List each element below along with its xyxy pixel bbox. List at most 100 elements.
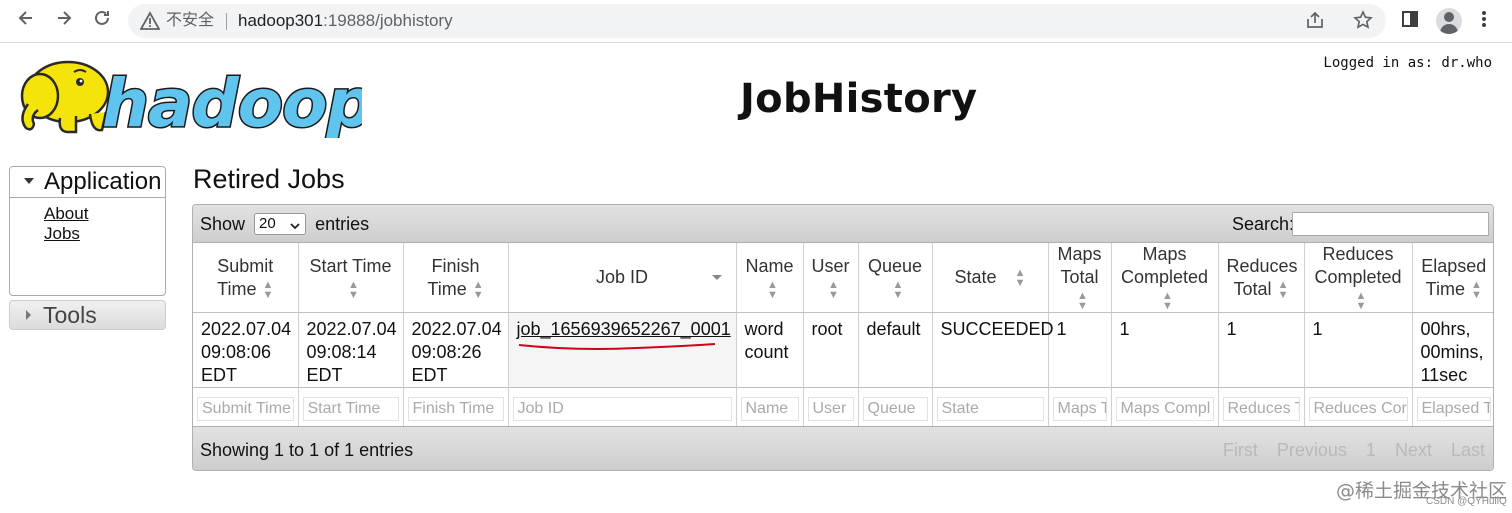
sort-icon: ▲ ▼ bbox=[1470, 278, 1482, 301]
section-title: Retired Jobs bbox=[193, 164, 345, 194]
filter-start-time-input[interactable]: Start Time bbox=[302, 396, 399, 421]
col-header-start-time[interactable]: Start Time ▲ ▼ bbox=[298, 243, 404, 313]
filter-cell: Queue bbox=[858, 387, 933, 430]
cell-name: word count bbox=[736, 312, 804, 388]
filter-maps-completed-input[interactable]: Maps Compl bbox=[1115, 396, 1214, 421]
col-header-submit-time[interactable]: Submit Time ▲ ▼ bbox=[193, 243, 299, 313]
filter-cell: Job ID bbox=[508, 387, 737, 430]
cell-maps-total: 1 bbox=[1048, 312, 1112, 388]
sort-icon: ▲ ▼ bbox=[262, 278, 274, 301]
filter-job-id-input[interactable]: Job ID bbox=[512, 396, 732, 421]
jobs-table-panel: Show 20 entries Search: Submit Time ▲ ▼ Sta… bbox=[192, 204, 1494, 471]
sidebar-application-header[interactable]: Application bbox=[10, 167, 165, 198]
sidebar-application-panel: Application About Jobs bbox=[9, 166, 166, 296]
table-top-toolbar: Show 20 entries Search: bbox=[193, 205, 1493, 243]
table-bottom-toolbar: Showing 1 to 1 of 1 entries First Previo… bbox=[193, 426, 1493, 470]
filter-cell: Elapsed T bbox=[1412, 387, 1493, 430]
sidebar-tools-header[interactable]: Tools bbox=[9, 300, 166, 330]
reload-icon[interactable] bbox=[88, 8, 116, 34]
col-header-state[interactable]: State ▲ ▼ bbox=[932, 243, 1049, 313]
hadoop-logo[interactable]: hadoop bbox=[10, 52, 375, 144]
chevron-down-icon bbox=[290, 217, 300, 237]
filter-cell: Reduces T bbox=[1218, 387, 1305, 430]
entries-select[interactable]: 20 bbox=[254, 213, 307, 237]
sort-icon: ▲ ▼ bbox=[1014, 267, 1026, 290]
table-header-row: Submit Time ▲ ▼ Start Time ▲ ▼ Finish Time ▲ ▼ J… bbox=[193, 243, 1493, 313]
col-header-reduces-total[interactable]: Reduces Total ▲ ▼ bbox=[1218, 243, 1305, 313]
back-arrow-icon[interactable] bbox=[12, 8, 40, 34]
filter-elapsed-time-input[interactable]: Elapsed T bbox=[1416, 396, 1491, 421]
filter-finish-time-input[interactable]: Finish Time bbox=[407, 396, 504, 421]
sidebar-tools-label: Tools bbox=[43, 302, 97, 328]
filter-reduces-completed-input[interactable]: Reduces Cor bbox=[1308, 396, 1408, 421]
sort-icon: ▲ ▼ bbox=[1277, 278, 1289, 301]
col-header-name[interactable]: Name ▲ ▼ bbox=[736, 243, 804, 313]
security-label[interactable]: 不安全 bbox=[166, 11, 214, 31]
pager-last-button[interactable]: Last bbox=[1451, 440, 1485, 460]
red-underline-annotation bbox=[518, 343, 715, 350]
filter-state-input[interactable]: State bbox=[936, 396, 1044, 421]
pager-first-button[interactable]: First bbox=[1223, 440, 1258, 460]
filter-user-input[interactable]: User bbox=[807, 396, 854, 421]
col-header-user[interactable]: User ▲ ▼ bbox=[803, 243, 859, 313]
sidebar-links: About Jobs bbox=[10, 198, 165, 244]
col-header-finish-time[interactable]: Finish Time ▲ ▼ bbox=[403, 243, 509, 313]
star-icon[interactable] bbox=[1352, 10, 1374, 32]
pager-page-1-button[interactable]: 1 bbox=[1366, 440, 1376, 460]
logo-wordmark: hadoop bbox=[102, 65, 362, 138]
filter-maps-total-input[interactable]: Maps T bbox=[1052, 396, 1107, 421]
logged-in-label: Logged in as: dr.who bbox=[1323, 55, 1492, 71]
cell-elapsed-time: 00hrs, 00mins, 11sec bbox=[1412, 312, 1493, 388]
cell-submit-time: 2022.07.04 09:08:06 EDT bbox=[193, 312, 299, 388]
filter-submit-time-input[interactable]: Submit Time bbox=[197, 396, 294, 421]
col-header-job-id[interactable]: Job ID bbox=[508, 243, 737, 313]
filter-reduces-total-input[interactable]: Reduces T bbox=[1222, 396, 1300, 421]
filter-name-input[interactable]: Name bbox=[740, 396, 799, 421]
sort-icon: ▲ ▼ bbox=[1077, 290, 1088, 313]
cell-start-time: 2022.07.04 09:08:14 EDT bbox=[298, 312, 404, 388]
col-header-reduces-completed[interactable]: Reduces Completed ▲ ▼ bbox=[1304, 243, 1413, 313]
sidepanel-icon[interactable] bbox=[1398, 9, 1422, 33]
pager-next-button[interactable]: Next bbox=[1395, 440, 1432, 460]
search-input[interactable] bbox=[1292, 212, 1489, 236]
sidebar-link-about[interactable]: About bbox=[44, 204, 165, 224]
address-bar[interactable]: 不安全 hadoop301:19888/jobhistory bbox=[128, 4, 1386, 38]
sidebar-application-label: Application bbox=[44, 168, 162, 195]
sort-descending-icon bbox=[711, 275, 722, 280]
pager-previous-button[interactable]: Previous bbox=[1277, 440, 1347, 460]
profile-avatar-icon[interactable] bbox=[1436, 8, 1462, 34]
share-icon[interactable] bbox=[1304, 10, 1326, 32]
col-header-maps-completed[interactable]: Maps Completed ▲ ▼ bbox=[1111, 243, 1219, 313]
sort-icon: ▲ ▼ bbox=[892, 278, 904, 301]
filter-cell: State bbox=[932, 387, 1049, 430]
filter-cell: Maps Compl bbox=[1111, 387, 1219, 430]
show-label: Show bbox=[200, 214, 246, 234]
cell-user: root bbox=[803, 312, 859, 388]
cell-queue: default bbox=[858, 312, 933, 388]
sort-icon: ▲ ▼ bbox=[767, 278, 778, 301]
sort-icon: ▲ ▼ bbox=[348, 278, 359, 301]
address-separator bbox=[226, 13, 227, 30]
pagination: First Previous 1 Next Last bbox=[1209, 439, 1485, 461]
browser-toolbar: 不安全 hadoop301:19888/jobhistory bbox=[0, 0, 1512, 43]
sort-icon: ▲ ▼ bbox=[1162, 290, 1173, 313]
job-id-link[interactable]: job_1656939652267_0001 bbox=[517, 319, 731, 339]
showing-entries-info: Showing 1 to 1 of 1 entries bbox=[200, 440, 414, 460]
url-text[interactable]: hadoop301:19888/jobhistory bbox=[238, 10, 453, 32]
entries-length-control: Show 20 entries bbox=[200, 213, 369, 235]
kebab-menu-icon[interactable] bbox=[1472, 9, 1496, 33]
sort-icon: ▲ ▼ bbox=[472, 278, 484, 301]
col-header-maps-total[interactable]: Maps Total ▲ ▼ bbox=[1048, 243, 1112, 313]
table-row: 2022.07.04 09:08:06 EDT 2022.07.04 09:08:14… bbox=[193, 312, 1493, 388]
sidebar-link-jobs[interactable]: Jobs bbox=[44, 224, 165, 244]
filter-cell: Finish Time bbox=[403, 387, 509, 430]
filter-queue-input[interactable]: Queue bbox=[862, 396, 928, 421]
filter-cell: User bbox=[803, 387, 859, 430]
search-label: Search: bbox=[1232, 214, 1295, 234]
filter-cell: Reduces Cor bbox=[1304, 387, 1413, 430]
forward-arrow-icon[interactable] bbox=[50, 8, 78, 34]
cell-reduces-completed: 1 bbox=[1304, 312, 1413, 388]
cell-state: SUCCEEDED bbox=[932, 312, 1054, 388]
col-header-elapsed-time[interactable]: Elapsed Time ▲ ▼ bbox=[1412, 243, 1493, 313]
col-header-queue[interactable]: Queue ▲ ▼ bbox=[858, 243, 933, 313]
